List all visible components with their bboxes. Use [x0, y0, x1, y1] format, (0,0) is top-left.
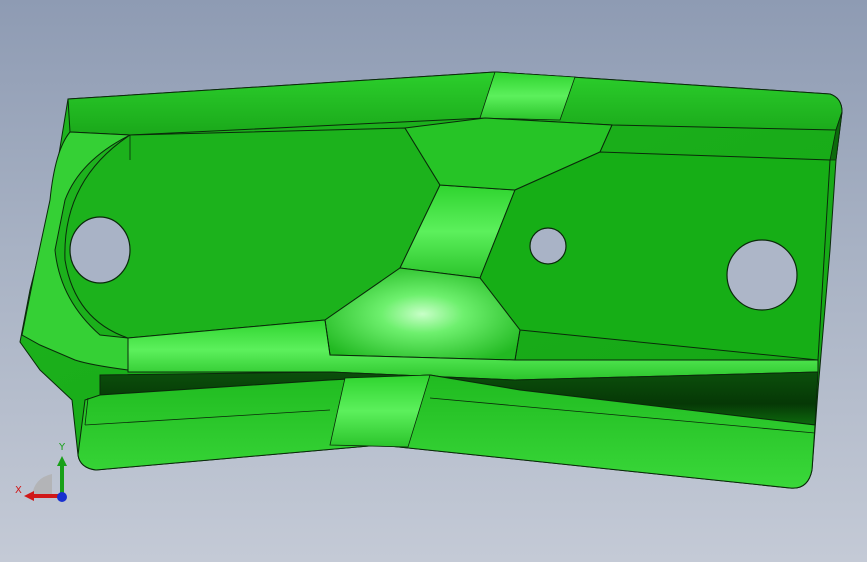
triad-axes-icon	[24, 456, 67, 502]
graphics-viewport[interactable]: X Y	[0, 0, 867, 562]
mounting-hole-small	[529, 227, 567, 265]
axis-x-label: X	[15, 485, 22, 496]
coordinate-triad: X Y	[12, 440, 82, 510]
sheet-metal-bracket-model[interactable]	[0, 0, 867, 562]
top-bend-highlight	[479, 71, 576, 121]
mounting-hole-right	[726, 239, 798, 311]
axis-y-label: Y	[59, 442, 66, 453]
mounting-hole-left	[69, 216, 131, 284]
